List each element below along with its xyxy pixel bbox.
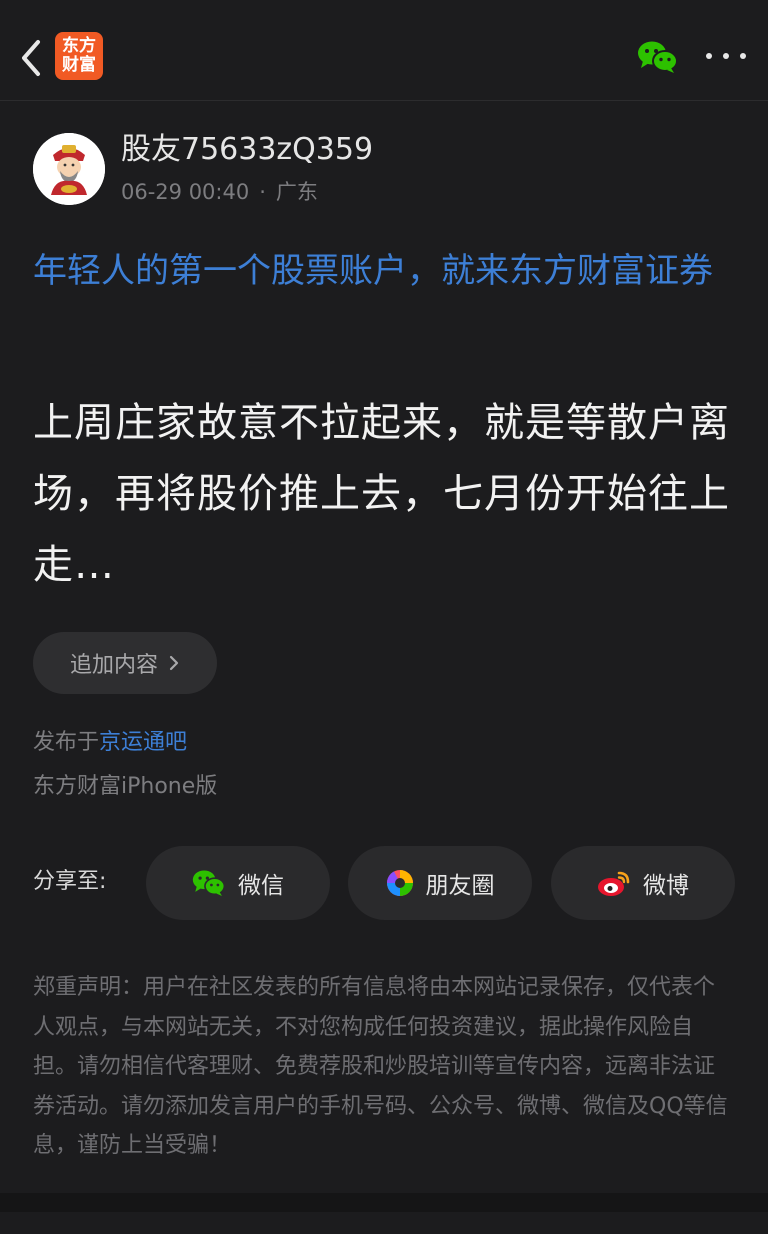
- share-wechat-label: 微信: [238, 873, 284, 899]
- meta-separator: ·: [259, 180, 266, 204]
- share-wechat-button[interactable]: 微信: [146, 846, 330, 920]
- share-weibo-label: 微博: [643, 873, 689, 899]
- app-logo[interactable]: 东方 财富: [55, 32, 103, 80]
- post-meta: 06-29 00:40 · 广东: [121, 178, 318, 206]
- share-label: 分享至:: [33, 869, 107, 894]
- disclaimer-text: 郑重声明：用户在社区发表的所有信息将由本网站记录保存，仅代表个人观点，与本网站无…: [33, 975, 728, 1158]
- avatar[interactable]: [33, 133, 105, 205]
- moments-icon: [386, 870, 413, 896]
- forum-link[interactable]: 京运通吧: [99, 730, 187, 755]
- append-content-label: 追加内容: [69, 653, 158, 678]
- wechat-share-button[interactable]: [637, 40, 679, 74]
- share-weibo-button[interactable]: 微博: [551, 846, 735, 920]
- wechat-icon: [192, 870, 226, 896]
- back-button[interactable]: [16, 36, 48, 80]
- god-of-wealth-avatar-icon: [33, 133, 105, 205]
- posted-in-prefix: 发布于: [33, 730, 100, 755]
- app-logo-line2: 财富: [62, 55, 96, 75]
- chevron-right-icon: [169, 655, 179, 671]
- back-chevron-icon: [22, 40, 40, 76]
- author-name[interactable]: 股友75633zQ359: [121, 130, 373, 170]
- share-moments-label: 朋友圈: [425, 873, 495, 899]
- share-moments-button[interactable]: 朋友圈: [348, 846, 532, 920]
- posted-in: 发布于京运通吧: [33, 727, 187, 759]
- app-logo-line1: 东方: [62, 36, 96, 56]
- more-options-button[interactable]: [706, 44, 746, 68]
- client-info: 东方财富iPhone版: [33, 774, 218, 799]
- post-body: 上周庄家故意不拉起来，就是等散户离场，再将股价推上去，七月份开始往上走…: [33, 400, 730, 588]
- wechat-icon: [638, 41, 678, 73]
- post-date: 06-29 00:40: [121, 180, 250, 204]
- top-nav-bar: 东方 财富: [0, 0, 768, 101]
- append-content-button[interactable]: 追加内容: [33, 632, 217, 694]
- post-location: 广东: [275, 180, 318, 204]
- weibo-icon: [598, 871, 630, 896]
- more-dots-icon: [706, 53, 712, 59]
- post-detail-page: 东方 财富 股友75633zQ359 06-29 00:40 · 广东 年轻人的…: [0, 0, 768, 1234]
- promo-link[interactable]: 年轻人的第一个股票账户，就来东方财富证券: [33, 243, 733, 299]
- next-section-edge: [0, 1212, 768, 1234]
